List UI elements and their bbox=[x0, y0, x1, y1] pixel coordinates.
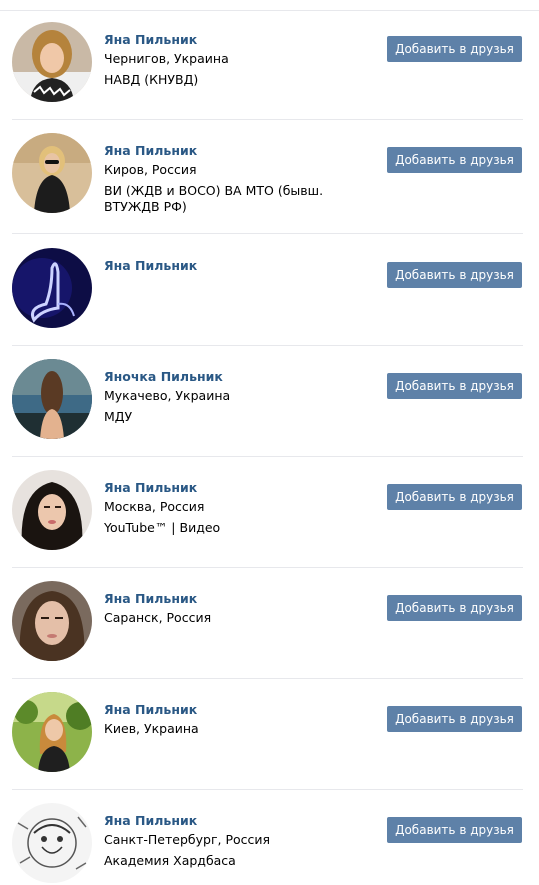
person-info: Яна Пильник Киев, Украина bbox=[104, 702, 374, 737]
avatar-photo bbox=[12, 248, 92, 328]
person-info: Яна Пильник Киров, Россия ВИ (ЖДВ и ВОСО… bbox=[104, 143, 374, 215]
avatar-photo bbox=[12, 133, 92, 213]
avatar[interactable] bbox=[12, 133, 92, 213]
person-education: ВИ (ЖДВ и ВОСО) ВА МТО (бывш. ВТУЖДВ РФ) bbox=[104, 183, 324, 214]
person-name[interactable]: Яна Пильник bbox=[104, 591, 374, 606]
person-location: Москва, Россия bbox=[104, 499, 205, 514]
person-info: Яна Пильник Чернигов, Украина НАВД (КНУВ… bbox=[104, 32, 374, 88]
person-location: Санкт-Петербург, Россия bbox=[104, 832, 271, 847]
row-divider bbox=[12, 567, 523, 568]
row-divider bbox=[12, 678, 523, 679]
person-name[interactable]: Яна Пильник bbox=[104, 258, 374, 273]
avatar[interactable] bbox=[12, 581, 92, 661]
person-info: Яна Пильник Санкт-Петербург, Россия Акад… bbox=[104, 813, 374, 869]
avatar-photo bbox=[12, 470, 92, 550]
avatar-photo bbox=[12, 692, 92, 772]
top-divider bbox=[0, 10, 539, 11]
add-friend-button[interactable]: Добавить в друзья bbox=[387, 706, 522, 732]
add-friend-button[interactable]: Добавить в друзья bbox=[387, 373, 522, 399]
add-friend-button[interactable]: Добавить в друзья bbox=[387, 262, 522, 288]
add-friend-button[interactable]: Добавить в друзья bbox=[387, 817, 522, 843]
add-friend-button[interactable]: Добавить в друзья bbox=[387, 147, 522, 173]
avatar[interactable] bbox=[12, 248, 92, 328]
person-location: Чернигов, Украина bbox=[104, 51, 229, 66]
avatar-photo bbox=[12, 581, 92, 661]
person-name[interactable]: Яна Пильник bbox=[104, 702, 374, 717]
person-location: Саранск, Россия bbox=[104, 610, 212, 625]
person-info: Яна Пильник Москва, Россия YouTube™ | Ви… bbox=[104, 480, 374, 536]
person-education: МДУ bbox=[104, 409, 133, 424]
person-name[interactable]: Яна Пильник bbox=[104, 32, 374, 47]
avatar-photo bbox=[12, 359, 92, 439]
avatar[interactable] bbox=[12, 359, 92, 439]
person-name[interactable]: Яна Пильник bbox=[104, 480, 374, 495]
person-location: Киев, Украина bbox=[104, 721, 199, 736]
row-divider bbox=[12, 456, 523, 457]
person-name[interactable]: Яна Пильник bbox=[104, 813, 374, 828]
row-divider bbox=[12, 233, 523, 234]
person-info: Яночка Пильник Мукачево, Украина МДУ bbox=[104, 369, 374, 425]
avatar[interactable] bbox=[12, 803, 92, 883]
avatar[interactable] bbox=[12, 470, 92, 550]
person-name[interactable]: Яна Пильник bbox=[104, 143, 374, 158]
person-education: Академия Хардбаса bbox=[104, 853, 236, 868]
avatar-photo bbox=[12, 22, 92, 102]
person-location: Киров, Россия bbox=[104, 162, 197, 177]
row-divider bbox=[12, 789, 523, 790]
avatar-photo bbox=[12, 803, 92, 883]
person-education: НАВД (КНУВД) bbox=[104, 72, 199, 87]
avatar[interactable] bbox=[12, 692, 92, 772]
person-work: YouTube™ | Видео bbox=[104, 520, 221, 535]
person-location: Мукачево, Украина bbox=[104, 388, 231, 403]
person-info: Яна Пильник bbox=[104, 258, 374, 273]
add-friend-button[interactable]: Добавить в друзья bbox=[387, 36, 522, 62]
person-name[interactable]: Яночка Пильник bbox=[104, 369, 374, 384]
add-friend-button[interactable]: Добавить в друзья bbox=[387, 484, 522, 510]
avatar[interactable] bbox=[12, 22, 92, 102]
row-divider bbox=[12, 119, 523, 120]
person-info: Яна Пильник Саранск, Россия bbox=[104, 591, 374, 626]
add-friend-button[interactable]: Добавить в друзья bbox=[387, 595, 522, 621]
row-divider bbox=[12, 345, 523, 346]
